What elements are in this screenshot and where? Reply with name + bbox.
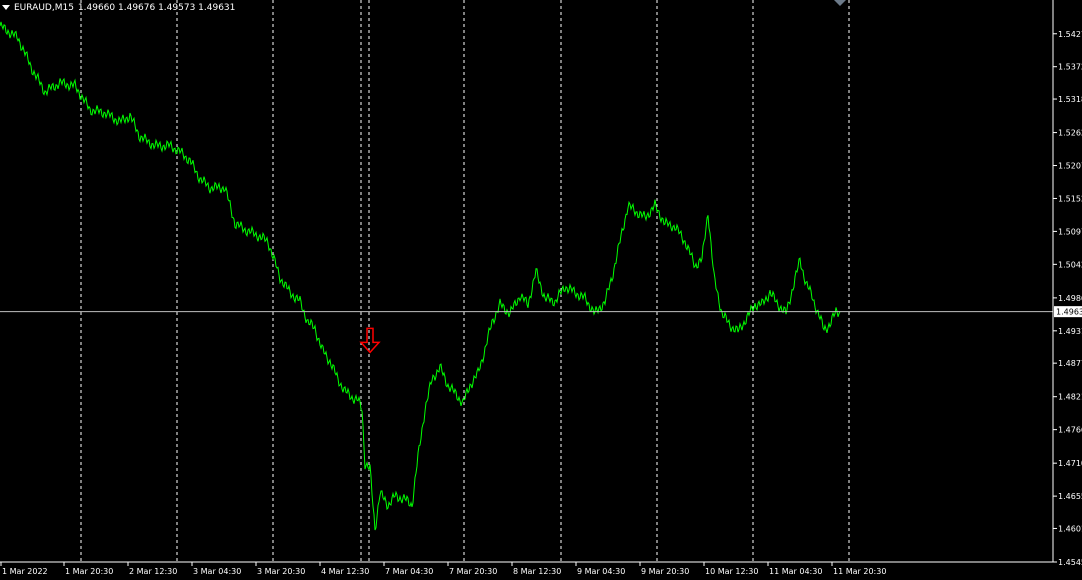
y-tick-label: 1.4877 [1058,359,1082,368]
y-tick-label: 1.4601 [1058,524,1082,533]
x-tick-label: 9 Mar 20:30 [641,567,689,576]
y-tick-label: 1.4545 [1058,558,1082,567]
x-tick-label: 9 Mar 04:30 [577,567,625,576]
time-axis: 1 Mar 2022 1 Mar 20:30 2 Mar 12:30 3 Mar 04… [0,562,886,576]
y-tick-label: 1.4986 [1058,294,1082,303]
price-axis: 1.5427 1.5372 1.5318 1.5262 1.5207 1.5152 1.50… [1053,30,1082,567]
x-tick-label: 3 Mar 04:30 [193,567,241,576]
y-tick-label: 1.4931 [1058,327,1082,336]
dropdown-triangle-icon[interactable] [2,5,10,10]
price-chart[interactable]: 1.5427 1.5372 1.5318 1.5262 1.5207 1.5152 1.50… [0,0,1082,580]
x-tick-label: 7 Mar 04:30 [385,567,433,576]
chart-header: EURAUD,M15 1.49660 1.49676 1.49573 1.496… [2,2,235,14]
scroll-marker-icon[interactable] [834,0,846,6]
vertical-grid-lines [80,0,850,562]
x-tick-label: 7 Mar 20:30 [449,567,497,576]
x-tick-label: 10 Mar 12:30 [705,567,758,576]
symbol-label: EURAUD,M15 [14,3,74,13]
y-tick-label: 1.4655 [1058,492,1082,501]
current-price-tag: 1.4963 [1054,306,1082,318]
y-tick-label: 1.5207 [1058,162,1082,171]
x-tick-label: 11 Mar 20:30 [833,567,886,576]
x-tick-label: 3 Mar 20:30 [257,567,305,576]
y-tick-label: 1.5152 [1058,194,1082,203]
y-tick-label: 1.5042 [1058,260,1082,269]
x-tick-label: 11 Mar 04:30 [769,567,822,576]
y-tick-label: 1.4821 [1058,393,1082,402]
x-tick-label: 1 Mar 20:30 [65,567,113,576]
x-tick-label: 1 Mar 2022 [2,567,48,576]
y-tick-label: 1.4710 [1058,459,1082,468]
y-tick-label: 1.5318 [1058,95,1082,104]
y-tick-label: 1.5427 [1058,30,1082,39]
down-arrow-icon [359,327,381,354]
ohlc-values: 1.49660 1.49676 1.49573 1.49631 [77,3,236,13]
y-tick-label: 1.5097 [1058,227,1082,236]
x-tick-label: 4 Mar 12:30 [321,567,369,576]
y-tick-label: 1.5372 [1058,63,1082,72]
x-tick-label: 2 Mar 12:30 [129,567,177,576]
y-tick-label: 1.5262 [1058,129,1082,138]
y-tick-label: 1.4766 [1058,426,1082,435]
price-series-line [0,21,841,531]
current-price-label: 1.4963 [1056,308,1082,317]
x-tick-label: 8 Mar 12:30 [513,567,561,576]
